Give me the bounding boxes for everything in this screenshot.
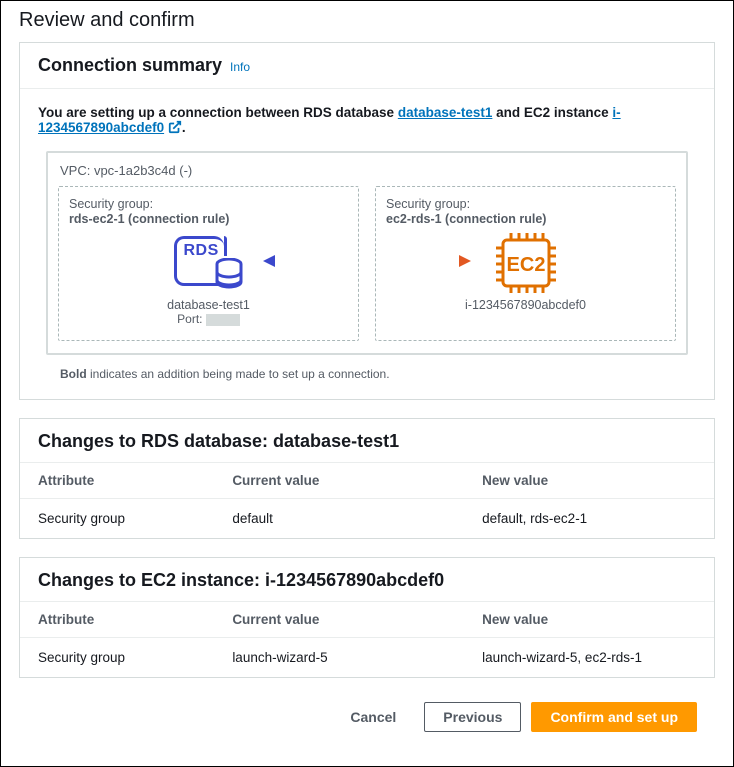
rds-changes-heading: Changes to RDS database: database-test1 — [38, 431, 399, 452]
col-new: New value — [464, 463, 714, 499]
rds-resource-name: database-test1 — [167, 298, 250, 312]
review-confirm-dialog: Review and confirm Connection summary In… — [0, 0, 734, 767]
cell-current: default — [214, 499, 464, 539]
sg-label: Security group: — [69, 197, 348, 211]
cell-attribute: Security group — [20, 638, 214, 678]
rds-security-group-box: Security group: rds-ec2-1 (connection ru… — [58, 186, 359, 341]
database-icon — [214, 258, 244, 294]
connection-summary-heading: Connection summary — [38, 55, 222, 76]
previous-button[interactable]: Previous — [424, 702, 521, 732]
dialog-footer: Cancel Previous Confirm and set up — [19, 696, 715, 746]
ec2-changes-heading: Changes to EC2 instance: i-1234567890abc… — [38, 570, 444, 591]
confirm-button[interactable]: Confirm and set up — [531, 702, 697, 732]
table-row: Security group default default, rds-ec2-… — [20, 499, 714, 539]
rds-changes-panel: Changes to RDS database: database-test1 … — [19, 418, 715, 539]
rds-changes-table: Attribute Current value New value Securi… — [20, 462, 714, 538]
col-new: New value — [464, 602, 714, 638]
col-current: Current value — [214, 463, 464, 499]
cell-attribute: Security group — [20, 499, 214, 539]
ec2-icon: EC2 — [489, 232, 563, 294]
ec2-changes-table: Attribute Current value New value Securi… — [20, 601, 714, 677]
connection-summary-panel: Connection summary Info You are setting … — [19, 42, 715, 400]
sentence-mid: and EC2 instance — [492, 105, 612, 120]
col-current: Current value — [214, 602, 464, 638]
rds-database-link[interactable]: database-test1 — [398, 105, 493, 120]
sentence-prefix: You are setting up a connection between … — [38, 105, 398, 120]
cell-new: launch-wizard-5, ec2-rds-1 — [464, 638, 714, 678]
sg-label: Security group: — [386, 197, 665, 211]
sentence-suffix: . — [182, 120, 186, 135]
info-link[interactable]: Info — [230, 60, 250, 74]
sg-rds-name: rds-ec2-1 (connection rule) — [69, 212, 348, 226]
bold-note: Bold indicates an addition being made to… — [60, 367, 696, 381]
port-value-redacted — [206, 314, 240, 326]
ec2-resource-name: i-1234567890abcdef0 — [465, 298, 586, 312]
col-attribute: Attribute — [20, 602, 214, 638]
setup-sentence: You are setting up a connection between … — [38, 105, 696, 137]
col-attribute: Attribute — [20, 463, 214, 499]
ec2-changes-panel: Changes to EC2 instance: i-1234567890abc… — [19, 557, 715, 678]
ec2-security-group-box: Security group: ec2-rds-1 (connection ru… — [375, 186, 676, 341]
cell-new: default, rds-ec2-1 — [464, 499, 714, 539]
dialog-title: Review and confirm — [1, 1, 733, 42]
cell-current: launch-wizard-5 — [214, 638, 464, 678]
vpc-label: VPC: vpc-1a2b3c4d (-) — [58, 161, 676, 186]
dialog-body: Connection summary Info You are setting … — [1, 42, 733, 766]
svg-text:EC2: EC2 — [506, 254, 545, 276]
external-link-icon — [168, 120, 182, 137]
sg-ec2-name: ec2-rds-1 (connection rule) — [386, 212, 665, 226]
vpc-box: VPC: vpc-1a2b3c4d (-) Security group: rd… — [46, 151, 688, 355]
cancel-button[interactable]: Cancel — [332, 703, 414, 731]
rds-port: Port: — [177, 312, 240, 326]
rds-icon: RDS — [172, 232, 246, 294]
table-row: Security group launch-wizard-5 launch-wi… — [20, 638, 714, 678]
